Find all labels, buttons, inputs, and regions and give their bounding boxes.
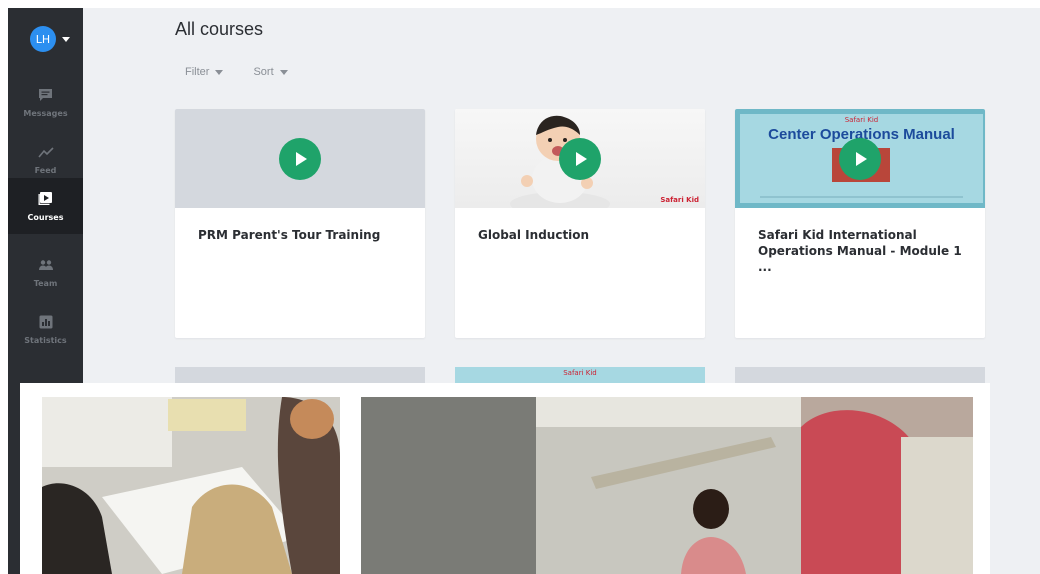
sort-dropdown[interactable]: Sort [253,66,288,78]
brand-logo: Safari Kid [660,196,699,204]
course-card-partial[interactable]: Safari Kid [455,367,705,384]
photo-strip [20,383,990,574]
chevron-down-icon[interactable] [62,36,70,42]
training-photo [361,397,973,574]
course-card[interactable]: Safari Kid Global Induction [455,109,705,338]
course-thumbnail: Safari Kid Center Operations Manual [735,109,985,208]
course-card[interactable]: Safari Kid Center Operations Manual Safa… [735,109,985,338]
sidebar-item-label: Messages [23,108,68,118]
brand-logo: Safari Kid [844,116,879,124]
user-menu[interactable]: LH [30,26,70,52]
sidebar-item-label: Statistics [24,335,67,345]
play-icon [856,152,867,166]
page-title: All courses [175,19,264,39]
course-thumbnail [175,109,425,208]
course-title: Safari Kid International Operations Manu… [758,228,962,274]
course-title: Global Induction [478,228,590,242]
classroom-scene [42,397,340,574]
play-icon [576,152,587,166]
sidebar-item-label: Team [33,278,58,288]
course-card-partial[interactable] [175,367,425,384]
trend-icon [37,144,54,160]
play-icon [296,152,307,166]
message-icon [38,87,54,103]
sidebar-item-messages[interactable]: Messages [8,74,83,130]
play-button[interactable] [839,138,881,180]
statistics-icon [38,314,54,330]
app-frame: LH Messages Feed Courses Team Statistics… [0,0,1040,574]
sidebar-item-statistics[interactable]: Statistics [8,301,83,357]
divider [760,196,963,198]
sidebar-item-team[interactable]: Team [8,244,83,300]
avatar[interactable]: LH [30,26,56,52]
play-button[interactable] [559,138,601,180]
chevron-down-icon [279,69,288,75]
course-card-partial[interactable] [735,367,985,384]
classroom-photo [42,397,340,574]
brand-logo: Safari Kid [563,369,597,377]
chevron-down-icon [215,69,224,75]
toolbar: Filter Sort [185,66,288,78]
filter-label: Filter [185,66,210,78]
team-icon [38,257,54,273]
sidebar-item-courses[interactable]: Courses [8,178,83,234]
courses-icon [38,191,54,207]
course-title: PRM Parent's Tour Training [198,228,381,242]
filter-dropdown[interactable]: Filter [185,66,224,78]
training-scene [361,397,973,574]
sidebar-item-label: Courses [27,212,64,222]
play-button[interactable] [279,138,321,180]
course-card[interactable]: PRM Parent's Tour Training [175,109,425,338]
course-thumbnail: Safari Kid [455,109,705,208]
sidebar-item-label: Feed [34,165,57,175]
sort-label: Sort [253,66,274,78]
